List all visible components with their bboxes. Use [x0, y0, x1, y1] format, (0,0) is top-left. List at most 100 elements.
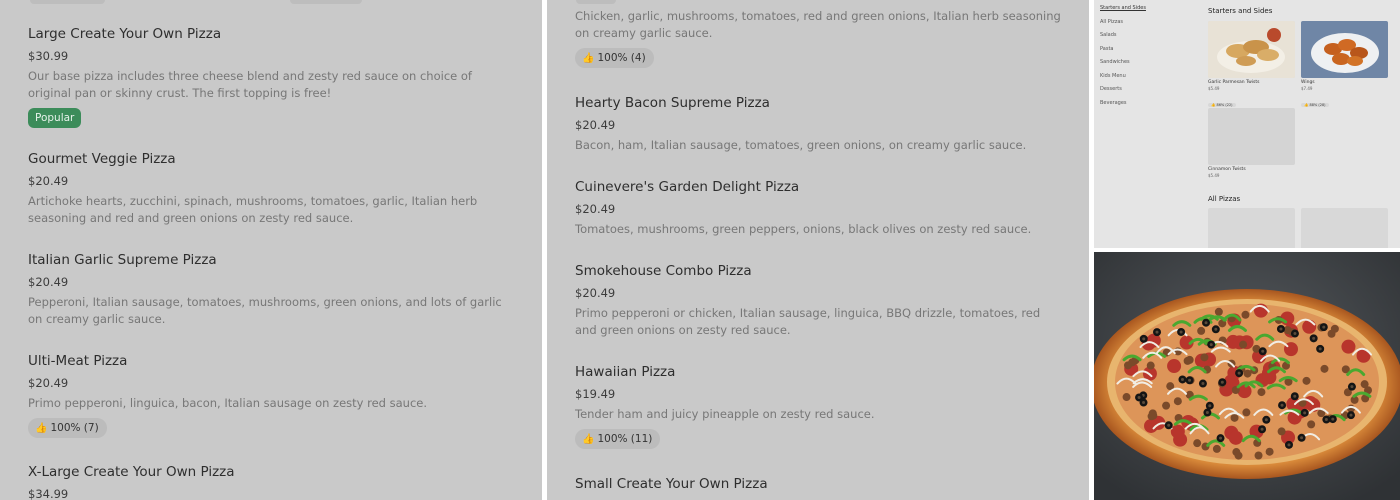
- olive-center: [1260, 427, 1264, 431]
- sausage-topping: [1234, 451, 1243, 460]
- item-description: Primo pepperoni or chicken, Italian saus…: [575, 306, 1041, 337]
- thumbs-up-icon: 👍: [582, 434, 595, 445]
- item-name: Hearty Bacon Supreme Pizza: [575, 95, 770, 111]
- nav-item[interactable]: All Pizzas: [1100, 19, 1190, 34]
- rating-chip: 👍 100% (11): [575, 429, 661, 449]
- product-name: Wings: [1301, 80, 1315, 85]
- item-name: Smokehouse Combo Pizza: [575, 263, 752, 279]
- sausage-topping: [1302, 376, 1311, 385]
- menu-item[interactable]: X-Large Create Your Own Pizza $34.99: [28, 463, 518, 500]
- olive-center: [1280, 403, 1284, 407]
- item-price: $20.49: [575, 118, 616, 132]
- olive-center: [1179, 330, 1183, 334]
- clipped-chip: [30, 0, 105, 4]
- item-price: $30.99: [28, 49, 69, 63]
- rating-chip: 👍 88% (28): [1301, 103, 1329, 107]
- menu-item[interactable]: Cuinevere's Garden Delight Pizza $20.49 …: [575, 178, 1065, 238]
- item-name: Small Create Your Own Pizza: [575, 476, 768, 492]
- olive-center: [1214, 327, 1218, 331]
- product-image: [1208, 21, 1295, 78]
- sausage-topping: [1124, 361, 1133, 370]
- menu-item[interactable]: Large Create Your Own Pizza $30.99 Our b…: [28, 25, 518, 128]
- sausage-topping: [1243, 369, 1252, 378]
- menu-item[interactable]: Hawaiian Pizza $19.49 Tender ham and jui…: [575, 363, 1065, 449]
- sausage-topping: [1257, 388, 1266, 397]
- item-name: Ulti-Meat Pizza: [28, 353, 128, 369]
- item-price: $20.49: [28, 275, 69, 289]
- product-image: [1301, 21, 1388, 78]
- sausage-topping: [1122, 393, 1131, 402]
- sausage-topping: [1320, 364, 1329, 373]
- item-description: Our base pizza includes three cheese ble…: [28, 69, 472, 100]
- sausage-topping: [1327, 329, 1336, 338]
- product-price: $5.49: [1208, 86, 1220, 91]
- nav-item[interactable]: Pasta: [1100, 46, 1190, 61]
- menu-item[interactable]: Smokehouse Combo Pizza $20.49 Primo pepp…: [575, 262, 1065, 339]
- sausage-topping: [1242, 408, 1251, 417]
- sausage-topping: [1277, 427, 1286, 436]
- item-description: Tender ham and juicy pineapple on zesty …: [575, 407, 875, 421]
- product-card[interactable]: Cinnamon Twists $5.49: [1208, 108, 1295, 178]
- menu-page-thumbnail: Starters and Sides All Pizzas Salads Pas…: [1094, 0, 1400, 248]
- menu-item[interactable]: Ulti-Meat Pizza $20.49 Primo pepperoni, …: [28, 352, 518, 438]
- olive-center: [1293, 394, 1297, 398]
- sausage-topping: [1360, 380, 1369, 389]
- nav-item[interactable]: Beverages: [1100, 100, 1190, 115]
- item-description: Artichoke hearts, zucchini, spinach, mus…: [28, 194, 478, 225]
- sausage-topping: [1193, 439, 1202, 448]
- rating-chip: 👍 86% (22): [1208, 103, 1236, 107]
- sausage-topping: [1239, 340, 1248, 349]
- olive-center: [1167, 423, 1171, 427]
- menu-item[interactable]: Hearty Bacon Supreme Pizza $20.49 Bacon,…: [575, 94, 1065, 154]
- item-name: Hawaiian Pizza: [575, 364, 676, 380]
- menu-column-middle: Chicken, garlic, mushrooms, tomatoes, re…: [547, 0, 1089, 500]
- olive-center: [1205, 411, 1209, 415]
- olive-center: [1142, 401, 1146, 405]
- clipped-price: [576, 0, 616, 4]
- olive-center: [1324, 418, 1328, 422]
- nav-item[interactable]: Kids Menu: [1100, 73, 1190, 88]
- menu-column-left: Large Create Your Own Pizza $30.99 Our b…: [0, 0, 542, 500]
- product-price: $5.49: [1208, 173, 1220, 178]
- olive-center: [1188, 378, 1192, 382]
- rating-chip: 👍 100% (4): [575, 48, 654, 68]
- nav-item[interactable]: Desserts: [1100, 87, 1190, 101]
- sausage-topping: [1162, 401, 1171, 410]
- product-name: Cinnamon Twists: [1208, 167, 1246, 172]
- olive-center: [1279, 327, 1283, 331]
- menu-item[interactable]: Gourmet Veggie Pizza $20.49 Artichoke he…: [28, 150, 518, 227]
- sausage-topping: [1148, 409, 1157, 418]
- menu-item[interactable]: Small Create Your Own Pizza: [575, 475, 1065, 493]
- item-price: $34.99: [28, 487, 69, 500]
- pepperoni-topping: [1228, 430, 1243, 445]
- pizza-photo: [1094, 252, 1400, 500]
- olive-center: [1219, 436, 1223, 440]
- sausage-topping: [1146, 361, 1155, 370]
- item-name: Italian Garlic Supreme Pizza: [28, 252, 217, 268]
- product-card[interactable]: Wings $7.49 👍 88% (28): [1301, 21, 1388, 110]
- sausage-topping: [1212, 444, 1221, 453]
- sausage-topping: [1307, 420, 1316, 429]
- olive-center: [1318, 347, 1322, 351]
- nav-item[interactable]: Starters and Sides: [1100, 6, 1190, 20]
- item-price: $20.49: [28, 376, 69, 390]
- nav-item[interactable]: Salads: [1100, 33, 1190, 47]
- section-title: All Pizzas: [1208, 195, 1241, 203]
- olive-center: [1180, 377, 1184, 381]
- menu-item[interactable]: Chicken, garlic, mushrooms, tomatoes, re…: [575, 8, 1065, 68]
- sausage-topping: [1185, 355, 1194, 364]
- item-description: Bacon, ham, Italian sausage, tomatoes, g…: [575, 138, 1027, 152]
- category-nav: Starters and Sides All Pizzas Salads Pas…: [1100, 6, 1190, 114]
- olive-center: [1201, 382, 1205, 386]
- nav-item[interactable]: Sandwiches: [1100, 60, 1190, 74]
- pizza-illustration: [1094, 252, 1400, 500]
- olive-center: [1303, 411, 1307, 415]
- popular-badge: Popular: [28, 108, 82, 128]
- olive-center: [1137, 395, 1141, 399]
- item-price: $20.49: [575, 202, 616, 216]
- olive-center: [1287, 443, 1291, 447]
- product-card[interactable]: Garlic Parmesan Twists $5.49 👍 86% (22): [1208, 21, 1295, 110]
- olive-center: [1220, 380, 1224, 384]
- olive-center: [1322, 325, 1326, 329]
- menu-item[interactable]: Italian Garlic Supreme Pizza $20.49 Pepp…: [28, 251, 518, 328]
